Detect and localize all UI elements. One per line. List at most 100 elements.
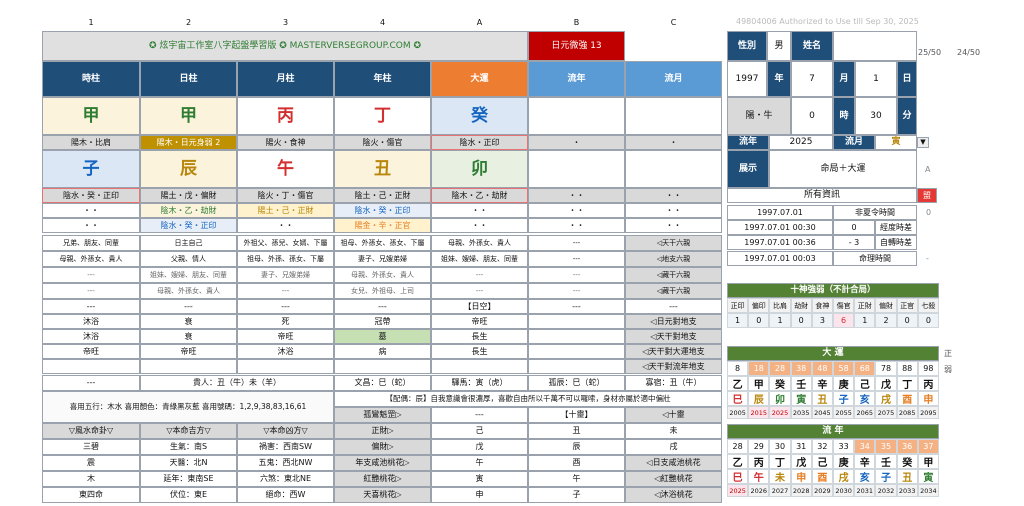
branch-dayun: 卯 [431,150,528,188]
feng-row2-a: 午 [431,455,528,471]
branch-year: 丑 [334,150,431,188]
dayun-year: 2045 [811,406,833,419]
birth-hour-input[interactable]: 0 [791,97,833,135]
ten-god-name: 比肩 [769,298,791,313]
kin2-month: 祖母、外孫、孫女、下屬 [237,251,334,267]
hidden2-year: 陽金・辛・正官 [334,218,431,233]
void-liuyue: --- [625,299,722,314]
kin1-month: 外祖父、孫兒、女婿、下屬 [237,235,334,251]
birth-minute-input[interactable]: 30 [855,97,897,135]
feng-row4-unlucky: 絕命：西W [237,487,334,503]
dayun-branch: 巳 [727,391,749,406]
shensha-wenchang: 文昌：巳（蛇） [334,375,431,391]
dayun-age: 28 [769,361,791,376]
liunian-stem: 庚 [833,454,855,469]
dayun-stem: 丙 [917,376,939,391]
kin2-year: 妻子、兄嫂弟婦 [334,251,431,267]
feng-row1-a: 戊 [431,439,528,455]
branch-hour: 子 [42,150,140,188]
ten-god-value: 2 [875,313,897,328]
dayun-year: 2055 [833,406,855,419]
feng-row4-gua: 東四命 [42,487,140,503]
liunian-year: 2025 [727,484,749,497]
alliance-badge: 盟 [917,188,937,203]
dayun-year: 2075 [875,406,897,419]
kin4-label: ◁藏干六親 [625,283,722,299]
kin4-year: 女兒、外祖母、上司 [334,283,431,299]
stage1-hour: 沐浴 [42,314,140,329]
fengshui-header-gua: ▽風水命卦▽ [42,423,140,439]
feng-row3-c: ◁紅艷桃花 [625,471,722,487]
dayun-year: 2025 [769,406,791,419]
stage3-year: 病 [334,344,431,359]
favorable-elements: 喜用五行：木水 喜用顏色：青綠黑灰藍 喜用號碼：1,2,9,38,83,16,6… [42,391,334,423]
pillar-header-dayun: 大運 [431,61,528,97]
kin3-year: 母親、外孫女、貴人 [334,267,431,283]
birth-day-input[interactable]: 1 [855,61,897,97]
branch-info-liuyue: ・・ [625,188,722,203]
time-row-1-datetime: 1997.07.01 [727,205,833,220]
shiling-value: 【十靈】 [528,407,625,423]
name-input[interactable] [833,31,917,61]
flow-year-input[interactable]: 2025 [769,135,833,150]
dayun-title: 大 運 [727,346,939,361]
birth-month-input[interactable]: 7 [791,61,833,97]
stage2-label: ◁天干對地支 [625,329,722,344]
col-label-4: 4 [379,18,386,27]
ten-god-value: 0 [896,313,918,328]
hidden2-liuyue: ・・ [625,218,722,233]
dayun-year: 2065 [854,406,876,419]
dayun-branch: 寅 [790,391,812,406]
ten-god-name: 偏印 [748,298,770,313]
feng-row1-label: 偏財▷ [334,439,431,455]
gender-value[interactable]: 男 [767,31,791,61]
dayun-age: 18 [748,361,770,376]
void-dayun: 【日空】 [431,299,528,314]
branch-info-day: 陽土・戊・偏財 [140,188,237,203]
dayun-age: 88 [896,361,918,376]
kin1-year: 祖母、外孫女、孫女、下屬 [334,235,431,251]
pillar-header-liuyue: 流月 [625,61,722,97]
feng-row3-label: 紅艷桃花▷ [334,471,431,487]
branch-liuyue [625,150,722,188]
feng-row2-b: 酉 [528,455,625,471]
ten-god-value: 0 [917,313,939,328]
ten-god-name: 七殺 [917,298,939,313]
guluan-value: --- [431,407,528,423]
time-row-3-num: - 3 [833,235,875,250]
liunian-branch: 亥 [854,469,876,484]
dayun-age: 48 [811,361,833,376]
liunian-year: 2027 [769,484,791,497]
kin4-liunian: --- [528,283,625,299]
kin2-label: ◁地支六親 [625,251,722,267]
ten-god-name: 正財 [854,298,876,313]
stage1-day: 衰 [140,314,237,329]
show-info-select[interactable]: 所有資訊 [727,188,917,203]
kin4-hour: --- [42,283,140,299]
stem-liuyue [625,97,722,135]
hidden2-month: ・・ [237,218,334,233]
col-label-a: A [476,18,483,27]
dayun-age: 58 [833,361,855,376]
pillar-header-month: 月柱 [237,61,334,97]
stage4-month [237,359,334,374]
liunian-branch: 戌 [833,469,855,484]
col-label-b: B [573,18,580,27]
liunian-branch: 子 [875,469,897,484]
liunian-branch: 巳 [727,469,749,484]
flow-month-select[interactable]: 寅 [875,135,917,150]
stage3-day: 帝旺 [140,344,237,359]
dayun-branch: 酉 [896,391,918,406]
feng-row2-gua: 震 [42,455,140,471]
kin3-day: 姐妹、嫂婦、朋友、同輩 [140,267,237,283]
name-label: 姓名 [791,31,833,61]
birth-year-input[interactable]: 1997 [727,61,767,97]
chevron-down-icon[interactable]: ▼ [917,137,929,148]
branch-info-hour: 陰水・癸・正印 [42,188,140,203]
kin3-label: ◁藏干六親 [625,267,722,283]
feng-row4-a: 申 [431,487,528,503]
show-mode-select[interactable]: 命局＋大運 [769,150,917,188]
liunian-stem: 丁 [769,454,791,469]
gender-label: 性別 [727,31,767,61]
hidden2-hour: ・・ [42,218,140,233]
